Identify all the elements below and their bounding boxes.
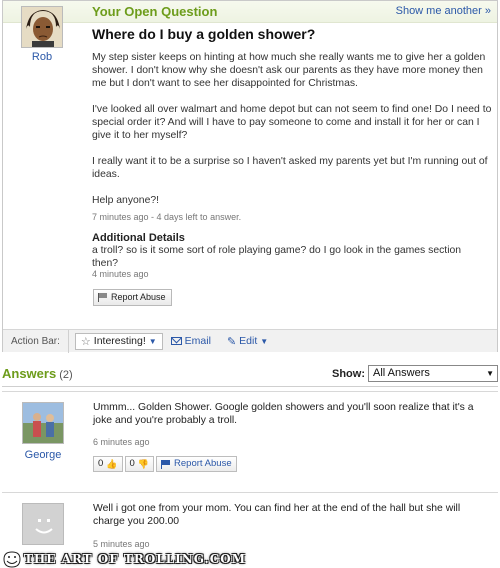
edit-button[interactable]: ✎ Edit ▼ [219, 335, 276, 348]
edit-label: Edit [239, 335, 258, 347]
divider [2, 386, 498, 387]
answer-text: Well i got one from your mom. You can fi… [93, 503, 461, 527]
answers-count: (2) [59, 369, 73, 381]
star-icon: ☆ [80, 335, 91, 348]
question-title: Where do I buy a golden shower? [92, 26, 316, 42]
avatar[interactable] [22, 503, 64, 545]
envelope-icon [170, 337, 182, 345]
watermark: THE ART OF TROLLING.COM [0, 550, 500, 568]
chevron-down-icon[interactable]: ▼ [149, 337, 157, 346]
answer-timestamp: 6 minutes ago [93, 437, 150, 447]
additional-details-heading: Additional Details [92, 232, 185, 244]
header-title: Your Open Question [92, 4, 218, 19]
action-bar-label: Action Bar: [11, 335, 60, 347]
question-body: My step sister keeps on hinting at how m… [92, 51, 492, 220]
answer-actions: 0 👍 0 👎 Report Abuse [93, 456, 237, 472]
thumbs-down-button[interactable]: 0 👎 [124, 456, 155, 472]
thumbs-down-icon: 👎 [137, 459, 150, 469]
action-bar: Action Bar: ☆ Interesting! ▼ Email ✎ Edi… [3, 329, 497, 353]
answer-item: George Ummm... Golden Shower. Google gol… [2, 391, 498, 483]
question-timestamp: 7 minutes ago - 4 days left to answer. [92, 212, 242, 222]
thumbs-up-count: 0 [98, 458, 104, 469]
chevron-down-icon[interactable]: ▼ [260, 337, 268, 346]
answers-title-label: Answers [2, 366, 57, 381]
question-paragraph: My step sister keeps on hinting at how m… [92, 52, 486, 89]
avatar[interactable] [22, 402, 64, 444]
report-abuse-label: Report Abuse [111, 292, 166, 302]
interesting-button[interactable]: ☆ Interesting! ▼ [74, 332, 163, 350]
question-card: Your Open Question Show me another » Rob… [2, 0, 498, 353]
show-filter-value: All Answers [373, 367, 430, 379]
report-abuse-button[interactable]: Report Abuse [156, 456, 237, 472]
additional-details-timestamp: 4 minutes ago [92, 269, 149, 279]
flag-icon [98, 293, 108, 302]
answers-title: Answers (2) [2, 366, 73, 381]
question-header: Your Open Question Show me another » [3, 1, 497, 23]
report-abuse-button[interactable]: Report Abuse [93, 289, 172, 306]
troll-face-icon [3, 551, 21, 568]
answers-header: Answers (2) Show: All Answers ▼ [2, 364, 498, 384]
divider [67, 329, 69, 353]
interesting-label: Interesting! [93, 335, 146, 347]
email-label: Email [184, 335, 211, 347]
thumbs-up-icon: 👍 [106, 459, 118, 469]
question-paragraph: I've looked all over walmart and home de… [92, 104, 492, 141]
pencil-icon: ✎ [226, 335, 237, 348]
answer-text: Ummm... Golden Shower. Google golden sho… [93, 402, 474, 426]
flag-icon [161, 459, 171, 469]
thumbs-up-button[interactable]: 0 👍 [93, 456, 123, 472]
show-filter-select[interactable]: All Answers ▼ [368, 365, 498, 382]
thumbs-down-count: 0 [129, 458, 135, 469]
additional-details-text: a troll? so is it some sort of role play… [92, 245, 462, 269]
report-abuse-label: Report Abuse [174, 458, 232, 469]
question-paragraph: I really want it to be a surprise so I h… [92, 156, 488, 180]
chevron-down-icon[interactable]: ▼ [486, 366, 494, 381]
asker-name[interactable]: Rob [17, 51, 67, 63]
email-button[interactable]: Email [163, 335, 219, 347]
show-another-link[interactable]: Show me another » [396, 5, 491, 17]
answerer-name[interactable]: George [16, 449, 70, 461]
watermark-text: THE ART OF TROLLING.COM [24, 552, 247, 566]
answer-timestamp: 5 minutes ago [93, 539, 150, 549]
question-paragraph: Help anyone?! [92, 195, 160, 206]
asker-avatar[interactable] [21, 6, 63, 48]
show-filter-label: Show: [332, 368, 365, 380]
